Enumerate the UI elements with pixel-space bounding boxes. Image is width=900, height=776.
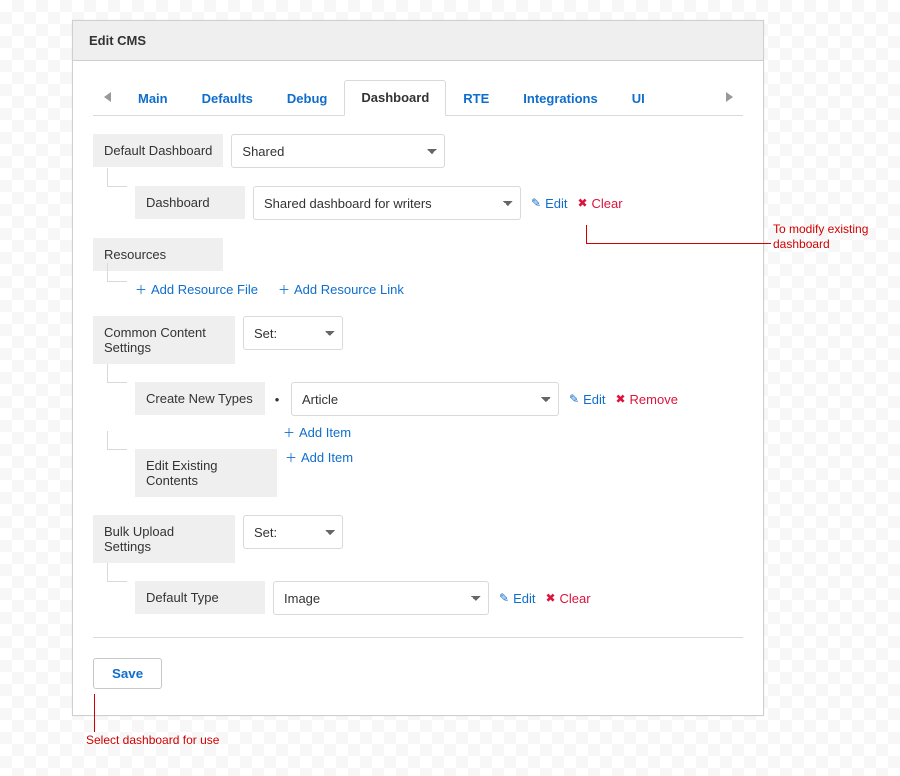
tabs-scroll-left[interactable] bbox=[93, 79, 121, 115]
row-bulk-upload: Bulk Upload Settings Set: bbox=[93, 515, 743, 563]
chevron-left-icon bbox=[104, 92, 111, 102]
x-icon: ✖ bbox=[615, 392, 625, 406]
row-create-new-types: Create New Types • Article ✎Edit ✖Remove bbox=[93, 382, 743, 416]
label-default-dashboard: Default Dashboard bbox=[93, 134, 223, 167]
pencil-icon: ✎ bbox=[569, 392, 579, 406]
label-dashboard: Dashboard bbox=[135, 186, 245, 219]
plus-icon: ＋ bbox=[278, 281, 290, 298]
label-edit-existing: Edit Existing Contents bbox=[135, 449, 277, 497]
row-common-content: Common Content Settings Set: bbox=[93, 316, 743, 364]
tab-bar: Main Defaults Debug Dashboard RTE Integr… bbox=[93, 79, 743, 116]
row-resources-actions: ＋Add Resource File ＋Add Resource Link bbox=[93, 281, 743, 298]
select-default-type[interactable]: Image bbox=[273, 581, 489, 615]
dashboard-clear-link[interactable]: ✖Clear bbox=[577, 196, 622, 211]
tab-rte[interactable]: RTE bbox=[446, 81, 506, 116]
x-icon: ✖ bbox=[545, 591, 555, 605]
default-type-edit-link[interactable]: ✎Edit bbox=[499, 591, 535, 606]
label-default-type: Default Type bbox=[135, 581, 265, 614]
create-type-edit-link[interactable]: ✎Edit bbox=[569, 392, 605, 407]
plus-icon: ＋ bbox=[135, 281, 147, 298]
chevron-right-icon bbox=[726, 92, 733, 102]
edit-cms-panel: Edit CMS Main Defaults Debug Dashboard R… bbox=[72, 20, 764, 716]
tab-defaults[interactable]: Defaults bbox=[185, 81, 270, 116]
edit-existing-add-item-link[interactable]: ＋Add Item bbox=[285, 449, 353, 466]
tab-dashboard[interactable]: Dashboard bbox=[344, 80, 446, 116]
row-create-add-item: ＋Add Item bbox=[93, 424, 743, 441]
tab-main[interactable]: Main bbox=[121, 81, 185, 116]
label-bulk-upload: Bulk Upload Settings bbox=[93, 515, 235, 563]
annotation-select: Select dashboard for use bbox=[86, 733, 219, 748]
select-default-dashboard[interactable]: Shared bbox=[231, 134, 445, 168]
add-resource-file-link[interactable]: ＋Add Resource File bbox=[135, 281, 258, 298]
add-resource-link-link[interactable]: ＋Add Resource Link bbox=[278, 281, 404, 298]
annotation-line bbox=[586, 225, 587, 243]
plus-icon: ＋ bbox=[283, 424, 295, 441]
create-type-remove-link[interactable]: ✖Remove bbox=[615, 392, 677, 407]
save-button[interactable]: Save bbox=[93, 658, 162, 689]
bullet-icon: • bbox=[273, 392, 281, 407]
label-resources: Resources bbox=[93, 238, 223, 271]
select-bulk-set[interactable]: Set: bbox=[243, 515, 343, 549]
annotation-line bbox=[94, 694, 95, 732]
label-create-new-types: Create New Types bbox=[135, 382, 265, 415]
default-type-clear-link[interactable]: ✖Clear bbox=[545, 591, 590, 606]
row-default-type: Default Type Image ✎Edit ✖Clear bbox=[93, 581, 743, 615]
panel-body: Main Defaults Debug Dashboard RTE Integr… bbox=[73, 61, 763, 715]
tab-debug[interactable]: Debug bbox=[270, 81, 344, 116]
annotation-line bbox=[586, 243, 771, 244]
pencil-icon: ✎ bbox=[531, 196, 541, 210]
panel-title: Edit CMS bbox=[73, 21, 763, 61]
label-common-content: Common Content Settings bbox=[93, 316, 235, 364]
x-icon: ✖ bbox=[577, 196, 587, 210]
select-dashboard[interactable]: Shared dashboard for writers bbox=[253, 186, 521, 220]
tabs-scroll-right[interactable] bbox=[715, 79, 743, 115]
tab-ui[interactable]: UI bbox=[615, 81, 662, 116]
row-default-dashboard: Default Dashboard Shared bbox=[93, 134, 743, 168]
row-edit-existing: Edit Existing Contents ＋Add Item bbox=[93, 449, 743, 497]
plus-icon: ＋ bbox=[285, 449, 297, 466]
pencil-icon: ✎ bbox=[499, 591, 509, 605]
select-common-set[interactable]: Set: bbox=[243, 316, 343, 350]
tab-integrations[interactable]: Integrations bbox=[506, 81, 614, 116]
divider bbox=[93, 637, 743, 638]
select-create-type[interactable]: Article bbox=[291, 382, 559, 416]
dashboard-edit-link[interactable]: ✎Edit bbox=[531, 196, 567, 211]
create-add-item-link[interactable]: ＋Add Item bbox=[283, 424, 351, 441]
annotation-modify: To modify existing dashboard bbox=[773, 222, 883, 252]
row-dashboard: Dashboard Shared dashboard for writers ✎… bbox=[93, 186, 743, 220]
